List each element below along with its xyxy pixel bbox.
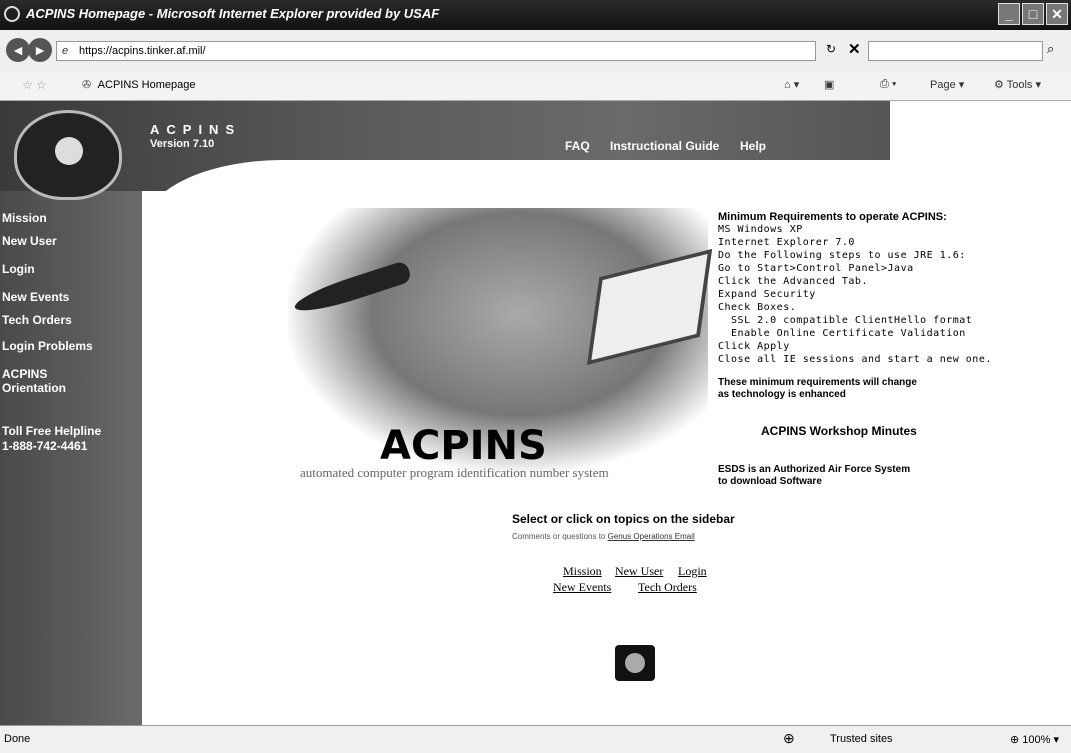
helpline-number: 1-888-742-4461 [2, 439, 88, 453]
brand-title: ACPINS [150, 122, 242, 137]
nav-faq[interactable]: FAQ [565, 139, 590, 153]
tab-acpins-homepage[interactable]: ✇ ACPINS Homepage [82, 78, 196, 91]
hero-title: ACPINS [380, 423, 547, 469]
version-label: Version 7.10 [150, 138, 215, 150]
requirement-line: Do the Following steps to use JRE 1.6: [718, 250, 966, 261]
requirement-line: Go to Start>Control Panel>Java [718, 263, 914, 274]
status-bar: Done ⊕ Trusted sites ⊕ 100% ▾ [0, 725, 1071, 753]
window-title-bar: ACPINS Homepage - Microsoft Internet Exp… [0, 0, 1071, 30]
nav-help[interactable]: Help [740, 139, 766, 153]
page-icon: e [62, 45, 69, 57]
search-input[interactable] [868, 41, 1043, 61]
favorites-star-icon[interactable]: ☆ ☆ [22, 78, 47, 92]
select-prompt: Select or click on topics on the sidebar [512, 512, 735, 526]
sidebar-item-acpins[interactable]: ACPINS [2, 367, 47, 381]
bottom-link-new-user[interactable]: New User [615, 564, 663, 579]
internet-explorer-icon [4, 6, 20, 22]
command-seal-logo [14, 110, 122, 200]
zone-label: Trusted sites [830, 733, 893, 745]
page-icon: ✇ [82, 79, 92, 91]
forward-button[interactable]: ► [28, 38, 52, 62]
stop-icon[interactable]: ✕ [848, 40, 861, 58]
maximize-button[interactable]: □ [1022, 3, 1044, 25]
tab-label: ACPINS Homepage [97, 79, 196, 91]
back-button[interactable]: ◄ [6, 38, 30, 62]
status-text: Done [4, 733, 31, 745]
requirements-heading: Minimum Requirements to operate ACPINS: [718, 211, 947, 223]
bottom-link-login[interactable]: Login [678, 564, 707, 579]
bottom-link-mission[interactable]: Mission [563, 564, 602, 579]
address-url: https://acpins.tinker.af.mil/ [79, 45, 206, 57]
sidebar-item-new-events[interactable]: New Events [2, 290, 69, 304]
laptop-image [586, 248, 713, 366]
requirement-line: Close all IE sessions and start a new on… [718, 354, 992, 365]
hero-tagline: automated computer program identificatio… [300, 465, 609, 480]
sidebar-item-login[interactable]: Login [2, 262, 35, 276]
requirement-line: Internet Explorer 7.0 [718, 237, 855, 248]
feeds-icon[interactable]: ▣ [824, 78, 834, 91]
esds-notice: ESDS is an Authorized Air Force System t… [718, 464, 911, 487]
address-input[interactable]: e https://acpins.tinker.af.mil/ [56, 41, 816, 61]
security-icon: ⊕ [783, 730, 795, 746]
sidebar-item-mission[interactable]: Mission [2, 211, 47, 225]
requirement-line: Click Apply [718, 341, 790, 352]
requirement-line: Enable Online Certificate Validation [718, 328, 966, 339]
requirements-footer: These minimum requirements will change a… [718, 377, 917, 400]
requirement-line: Expand Security [718, 289, 816, 300]
search-icon[interactable]: ⌕ [1047, 41, 1054, 57]
sidebar-item-orientation[interactable]: Orientation [2, 381, 66, 395]
sidebar-item-login-problems[interactable]: Login Problems [2, 339, 93, 353]
requirement-line: MS Windows XP [718, 224, 803, 235]
helpline-label: Toll Free Helpline [2, 424, 102, 438]
bottom-link-tech-orders[interactable]: Tech Orders [638, 580, 697, 595]
page-menu[interactable]: Page ▾ [930, 78, 964, 91]
window-title: ACPINS Homepage - Microsoft Internet Exp… [26, 6, 440, 21]
requirement-line: SSL 2.0 compatible ClientHello format [718, 315, 973, 326]
requirement-line: Click the Advanced Tab. [718, 276, 868, 287]
zoom-control[interactable]: ⊕ 100% ▾ [1010, 733, 1059, 746]
workshop-minutes-link[interactable]: ACPINS Workshop Minutes [761, 424, 917, 438]
print-icon[interactable]: ⎙ ▾ [880, 78, 896, 91]
address-toolbar: ◄ ► e https://acpins.tinker.af.mil/ ↻ ✕ … [0, 30, 1071, 72]
bottom-link-new-events[interactable]: New Events [553, 580, 611, 595]
tools-menu[interactable]: ⚙ Tools ▾ [994, 78, 1041, 91]
nav-instructional-guide[interactable]: Instructional Guide [610, 139, 719, 153]
home-icon[interactable]: ⌂ ▾ [784, 78, 799, 91]
sidebar-item-tech-orders[interactable]: Tech Orders [2, 313, 72, 327]
aircraft-image [291, 259, 413, 319]
comments-line: Comments or questions to Genus Operation… [512, 532, 695, 541]
requirement-line: Check Boxes. [718, 302, 797, 313]
accessibility-badge-icon[interactable] [615, 645, 655, 681]
tab-bar: ☆ ☆ ✇ ACPINS Homepage ⌂ ▾ ▣ ⎙ ▾ Page ▾ ⚙… [0, 72, 1071, 101]
close-button[interactable]: ✕ [1046, 3, 1068, 25]
minimize-button[interactable]: _ [998, 3, 1020, 25]
email-link[interactable]: Genus Operations Email [608, 532, 695, 541]
sidebar-item-new-user[interactable]: New User [2, 234, 57, 248]
refresh-icon[interactable]: ↻ [826, 42, 836, 56]
